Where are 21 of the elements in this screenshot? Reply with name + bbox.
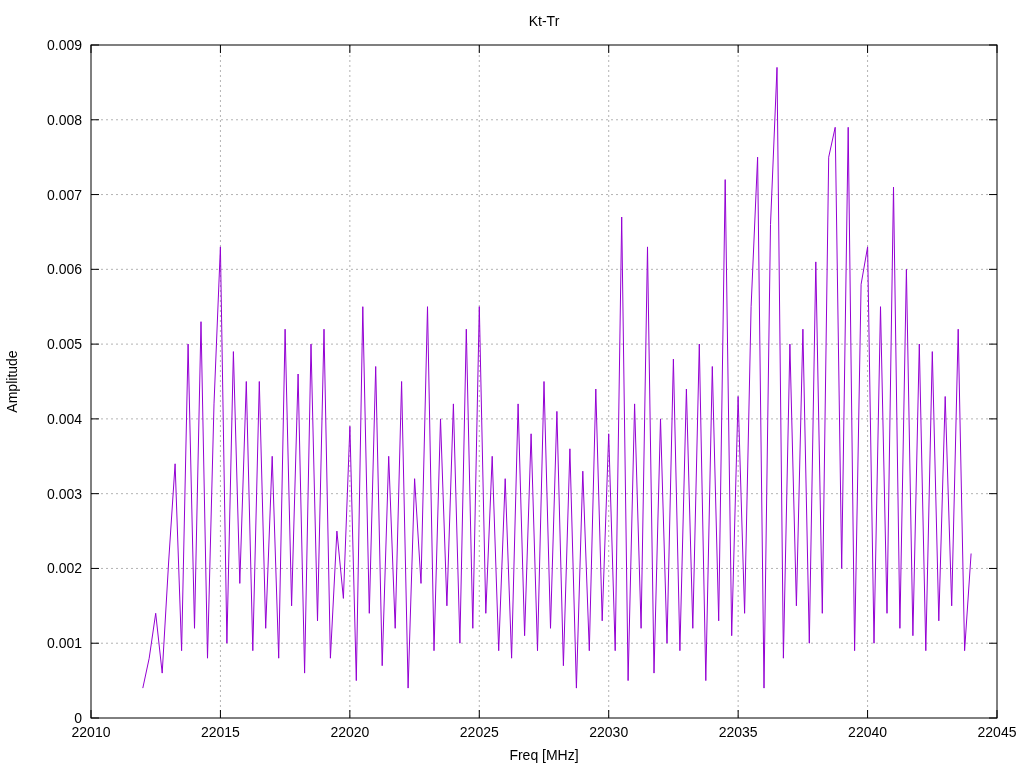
tick-label: 22015 (200, 724, 240, 740)
tick-label: 22040 (848, 724, 888, 740)
tick-label: 22035 (718, 724, 758, 740)
tick-label: 22020 (330, 724, 370, 740)
tick-label: 22030 (589, 724, 629, 740)
axis-label: Freq [MHz] (509, 747, 579, 763)
chart-title: Kt-Tr (528, 13, 560, 29)
tick-label: 0.009 (46, 37, 82, 53)
tick-label: 0.004 (46, 410, 82, 427)
tick-label: 0.001 (46, 635, 82, 652)
tick-label: 0.005 (46, 336, 82, 353)
tick-label: 0.007 (46, 186, 82, 203)
tick-label: 0.006 (46, 261, 82, 278)
tick-label: 22010 (71, 724, 111, 740)
tick-label: 0.003 (46, 485, 82, 502)
axis-label: Amplitude (4, 350, 20, 413)
tick-label: 22045 (977, 724, 1017, 740)
tick-label: 0.002 (46, 560, 82, 577)
tick-label: 22025 (459, 724, 499, 740)
tick-label: 0.008 (46, 111, 82, 128)
tick-label: 0 (74, 710, 82, 726)
